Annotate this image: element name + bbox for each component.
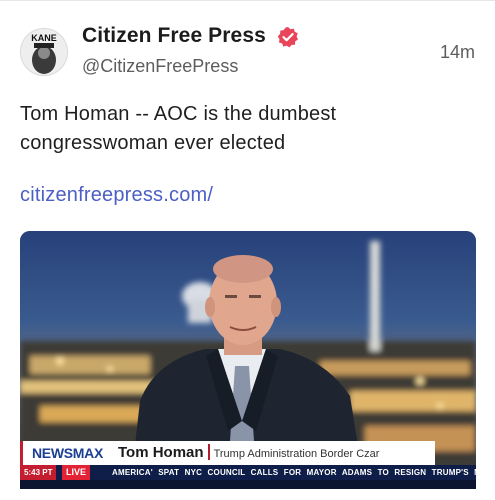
ticker-time: 5:43 PT [20, 465, 57, 480]
post-link[interactable]: citizenfreepress.com/ [20, 184, 213, 207]
post-card[interactable]: KANE Citizen Free Press @CitizenFreePres… [0, 0, 495, 500]
ticker-live-badge: LIVE [62, 465, 91, 480]
lower-third-separator [207, 444, 210, 460]
news-ticker: 5:43 PT LIVE AMERICA' SPAT NYC COUNCIL C… [20, 465, 476, 480]
ticker-text: AMERICA' SPAT NYC COUNCIL CALLS FOR MAYO… [112, 468, 476, 477]
post-text: Tom Homan -- AOC is the dumbest congress… [20, 103, 337, 154]
verified-badge-icon [277, 27, 298, 48]
divider [0, 0, 495, 1]
author-handle[interactable]: @CitizenFreePress [82, 56, 238, 77]
author-name[interactable]: Citizen Free Press [82, 24, 266, 48]
post-timestamp[interactable]: 14m [440, 42, 475, 63]
avatar-logo-text: KANE [31, 33, 57, 43]
avatar[interactable]: KANE [20, 28, 68, 76]
lower-third-title: Trump Administration Border Czar [213, 448, 380, 460]
lower-third-caption: Tom Homan Trump Administration Border Cza… [112, 441, 435, 465]
lower-third: NEWSMAX Tom Homan Trump Administration Bo… [20, 441, 435, 465]
ticker-bottom-strip [20, 480, 476, 489]
network-logo: NEWSMAX [20, 441, 112, 465]
lower-third-name: Tom Homan [118, 444, 204, 461]
